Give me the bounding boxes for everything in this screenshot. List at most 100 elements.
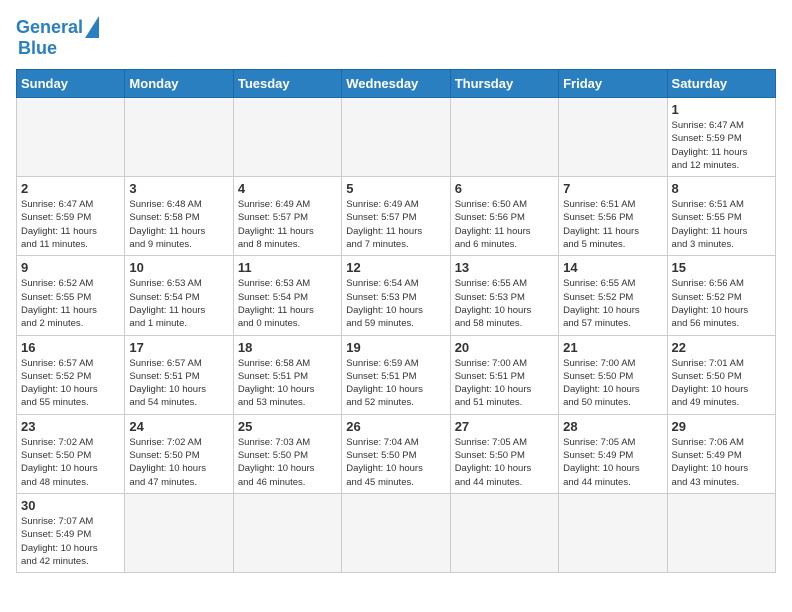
weekday-monday: Monday [125, 70, 233, 98]
day-info: Sunrise: 6:55 AM Sunset: 5:53 PM Dayligh… [455, 277, 554, 330]
day-info: Sunrise: 7:05 AM Sunset: 5:50 PM Dayligh… [455, 436, 554, 489]
calendar-cell: 25 Sunrise: 7:03 AM Sunset: 5:50 PM Dayli… [233, 414, 341, 493]
calendar-cell: 29 Sunrise: 7:06 AM Sunset: 5:49 PM Dayli… [667, 414, 775, 493]
calendar-cell: 1 Sunrise: 6:47 AM Sunset: 5:59 PM Daylig… [667, 98, 775, 177]
day-number: 19 [346, 340, 445, 355]
calendar-cell: 4 Sunrise: 6:49 AM Sunset: 5:57 PM Daylig… [233, 177, 341, 256]
day-info: Sunrise: 6:54 AM Sunset: 5:53 PM Dayligh… [346, 277, 445, 330]
calendar-cell [559, 493, 667, 572]
logo-general: General [16, 17, 83, 37]
weekday-wednesday: Wednesday [342, 70, 450, 98]
calendar-cell: 7Sunrise: 6:51 AM Sunset: 5:56 PM Daylig… [559, 177, 667, 256]
calendar-cell: 19 Sunrise: 6:59 AM Sunset: 5:51 PM Dayli… [342, 335, 450, 414]
day-number: 6 [455, 181, 554, 196]
calendar-cell [450, 98, 558, 177]
page-header: General Blue [16, 16, 776, 59]
calendar-cell: 16Sunrise: 6:57 AM Sunset: 5:52 PM Dayli… [17, 335, 125, 414]
calendar-body: 1 Sunrise: 6:47 AM Sunset: 5:59 PM Daylig… [17, 98, 776, 573]
day-number: 8 [672, 181, 771, 196]
calendar-header: SundayMondayTuesdayWednesdayThursdayFrid… [17, 70, 776, 98]
calendar-cell: 2 Sunrise: 6:47 AM Sunset: 5:59 PM Daylig… [17, 177, 125, 256]
day-info: Sunrise: 7:00 AM Sunset: 5:50 PM Dayligh… [563, 357, 662, 410]
calendar-cell: 28 Sunrise: 7:05 AM Sunset: 5:49 PM Dayli… [559, 414, 667, 493]
day-number: 13 [455, 260, 554, 275]
calendar-cell: 9Sunrise: 6:52 AM Sunset: 5:55 PM Daylig… [17, 256, 125, 335]
day-number: 16 [21, 340, 120, 355]
day-info: Sunrise: 7:02 AM Sunset: 5:50 PM Dayligh… [21, 436, 120, 489]
day-info: Sunrise: 6:55 AM Sunset: 5:52 PM Dayligh… [563, 277, 662, 330]
weekday-tuesday: Tuesday [233, 70, 341, 98]
day-info: Sunrise: 6:51 AM Sunset: 5:55 PM Dayligh… [672, 198, 771, 251]
calendar-cell [342, 493, 450, 572]
day-number: 20 [455, 340, 554, 355]
day-number: 12 [346, 260, 445, 275]
day-number: 10 [129, 260, 228, 275]
logo-blue: Blue [18, 38, 57, 59]
day-info: Sunrise: 6:49 AM Sunset: 5:57 PM Dayligh… [238, 198, 337, 251]
calendar-cell: 12 Sunrise: 6:54 AM Sunset: 5:53 PM Dayli… [342, 256, 450, 335]
day-number: 2 [21, 181, 120, 196]
calendar-cell: 23 Sunrise: 7:02 AM Sunset: 5:50 PM Dayli… [17, 414, 125, 493]
day-info: Sunrise: 7:01 AM Sunset: 5:50 PM Dayligh… [672, 357, 771, 410]
day-number: 26 [346, 419, 445, 434]
calendar-cell: 26 Sunrise: 7:04 AM Sunset: 5:50 PM Dayli… [342, 414, 450, 493]
calendar-row-6: 30Sunrise: 7:07 AM Sunset: 5:49 PM Dayli… [17, 493, 776, 572]
day-info: Sunrise: 6:47 AM Sunset: 5:59 PM Dayligh… [672, 119, 771, 172]
day-info: Sunrise: 6:57 AM Sunset: 5:51 PM Dayligh… [129, 357, 228, 410]
weekday-thursday: Thursday [450, 70, 558, 98]
logo-text: General [16, 17, 83, 38]
day-number: 22 [672, 340, 771, 355]
day-info: Sunrise: 6:53 AM Sunset: 5:54 PM Dayligh… [129, 277, 228, 330]
day-number: 3 [129, 181, 228, 196]
day-info: Sunrise: 6:52 AM Sunset: 5:55 PM Dayligh… [21, 277, 120, 330]
day-info: Sunrise: 7:03 AM Sunset: 5:50 PM Dayligh… [238, 436, 337, 489]
day-number: 4 [238, 181, 337, 196]
calendar-cell: 24Sunrise: 7:02 AM Sunset: 5:50 PM Dayli… [125, 414, 233, 493]
day-number: 11 [238, 260, 337, 275]
calendar-cell: 27Sunrise: 7:05 AM Sunset: 5:50 PM Dayli… [450, 414, 558, 493]
day-number: 28 [563, 419, 662, 434]
day-info: Sunrise: 7:04 AM Sunset: 5:50 PM Dayligh… [346, 436, 445, 489]
day-info: Sunrise: 6:49 AM Sunset: 5:57 PM Dayligh… [346, 198, 445, 251]
calendar-cell: 8 Sunrise: 6:51 AM Sunset: 5:55 PM Daylig… [667, 177, 775, 256]
day-number: 23 [21, 419, 120, 434]
calendar-cell: 21 Sunrise: 7:00 AM Sunset: 5:50 PM Dayli… [559, 335, 667, 414]
day-number: 21 [563, 340, 662, 355]
calendar-cell [17, 98, 125, 177]
calendar-cell [125, 493, 233, 572]
calendar-cell: 6Sunrise: 6:50 AM Sunset: 5:56 PM Daylig… [450, 177, 558, 256]
logo: General Blue [16, 16, 99, 59]
day-number: 5 [346, 181, 445, 196]
weekday-sunday: Sunday [17, 70, 125, 98]
day-info: Sunrise: 6:59 AM Sunset: 5:51 PM Dayligh… [346, 357, 445, 410]
day-info: Sunrise: 6:51 AM Sunset: 5:56 PM Dayligh… [563, 198, 662, 251]
day-info: Sunrise: 6:47 AM Sunset: 5:59 PM Dayligh… [21, 198, 120, 251]
day-info: Sunrise: 7:06 AM Sunset: 5:49 PM Dayligh… [672, 436, 771, 489]
day-info: Sunrise: 6:56 AM Sunset: 5:52 PM Dayligh… [672, 277, 771, 330]
calendar-cell [125, 98, 233, 177]
calendar-cell: 22 Sunrise: 7:01 AM Sunset: 5:50 PM Dayli… [667, 335, 775, 414]
calendar-cell: 13 Sunrise: 6:55 AM Sunset: 5:53 PM Dayli… [450, 256, 558, 335]
day-number: 14 [563, 260, 662, 275]
calendar-cell: 11 Sunrise: 6:53 AM Sunset: 5:54 PM Dayli… [233, 256, 341, 335]
day-number: 24 [129, 419, 228, 434]
day-number: 1 [672, 102, 771, 117]
calendar-cell [342, 98, 450, 177]
weekday-friday: Friday [559, 70, 667, 98]
calendar-cell: 15Sunrise: 6:56 AM Sunset: 5:52 PM Dayli… [667, 256, 775, 335]
day-number: 29 [672, 419, 771, 434]
calendar-cell [559, 98, 667, 177]
day-info: Sunrise: 7:05 AM Sunset: 5:49 PM Dayligh… [563, 436, 662, 489]
day-info: Sunrise: 6:53 AM Sunset: 5:54 PM Dayligh… [238, 277, 337, 330]
day-number: 25 [238, 419, 337, 434]
calendar-cell [450, 493, 558, 572]
calendar-cell [233, 98, 341, 177]
calendar-row-2: 2 Sunrise: 6:47 AM Sunset: 5:59 PM Daylig… [17, 177, 776, 256]
calendar-cell: 18Sunrise: 6:58 AM Sunset: 5:51 PM Dayli… [233, 335, 341, 414]
calendar-cell: 17 Sunrise: 6:57 AM Sunset: 5:51 PM Dayli… [125, 335, 233, 414]
calendar-row-4: 16Sunrise: 6:57 AM Sunset: 5:52 PM Dayli… [17, 335, 776, 414]
day-number: 17 [129, 340, 228, 355]
calendar-row-1: 1 Sunrise: 6:47 AM Sunset: 5:59 PM Daylig… [17, 98, 776, 177]
calendar-cell: 3Sunrise: 6:48 AM Sunset: 5:58 PM Daylig… [125, 177, 233, 256]
weekday-saturday: Saturday [667, 70, 775, 98]
